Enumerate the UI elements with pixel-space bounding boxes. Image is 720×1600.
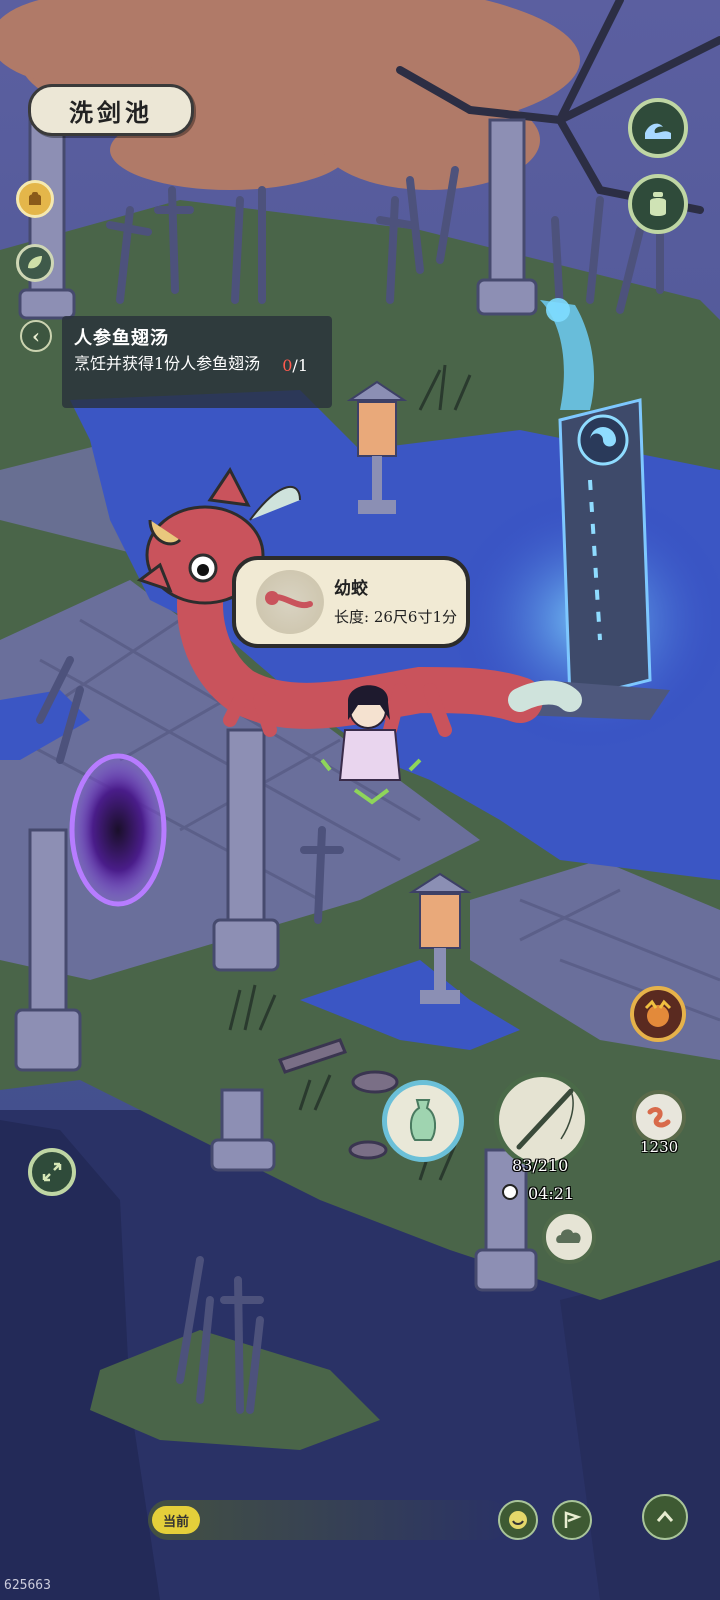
- game-scene[interactable]: [0, 0, 720, 1600]
- vase-icon: [409, 1099, 437, 1141]
- quest-title: 人参鱼翅汤: [74, 328, 169, 349]
- watermark-id: 625663: [4, 1578, 51, 1593]
- location-name: 洗剑池: [69, 97, 153, 127]
- jar-button[interactable]: [628, 174, 688, 234]
- emoji-button[interactable]: [498, 1500, 538, 1540]
- quest-progress: 0/1: [282, 356, 308, 375]
- chat-channel-label: 当前: [162, 1514, 189, 1530]
- worm-icon: [647, 1107, 671, 1128]
- jar-icon: [650, 192, 666, 216]
- beast-face-icon: [644, 999, 672, 1027]
- dragon-icon: [265, 591, 313, 609]
- vase-button[interactable]: [382, 1080, 464, 1162]
- quest-progress-total: /1: [292, 356, 308, 375]
- quest-panel[interactable]: 人参鱼翅汤 烹饪并获得1份人参鱼翅汤 0/1: [62, 316, 332, 408]
- quest-progress-current: 0: [282, 356, 293, 375]
- chevron-left-icon: ‹: [32, 324, 40, 348]
- chat-bar[interactable]: [148, 1500, 508, 1540]
- wave-button[interactable]: [628, 98, 688, 158]
- quest-collapse-button[interactable]: ‹: [20, 320, 52, 352]
- creature-thumbnail: [256, 570, 324, 634]
- expand-view-button[interactable]: [28, 1148, 76, 1196]
- timer-text: 04:21: [528, 1184, 575, 1203]
- flag-icon: [564, 1511, 582, 1528]
- bag-button[interactable]: [16, 180, 54, 218]
- leaf-button[interactable]: [16, 244, 54, 282]
- quest-description: 烹饪并获得1份人参鱼翅汤: [74, 354, 261, 373]
- bait-count: 1230: [640, 1138, 679, 1156]
- chevron-up-icon: [656, 1510, 674, 1522]
- creature-info-bubble: 幼蛟 长度: 26尺6寸1分: [232, 556, 470, 648]
- weather-button[interactable]: [542, 1210, 596, 1264]
- fishing-rod-icon: [516, 1088, 574, 1150]
- expand-menu-button[interactable]: [642, 1494, 688, 1540]
- chat-channel-chip[interactable]: 当前: [152, 1506, 200, 1534]
- location-banner: 洗剑池: [28, 84, 194, 136]
- energy-counter: 83/210: [512, 1156, 569, 1175]
- flag-button[interactable]: [552, 1500, 592, 1540]
- clock-icon: [502, 1184, 518, 1200]
- bag-icon: [29, 192, 41, 205]
- cloud-icon: [556, 1229, 581, 1243]
- purple-portal: [69, 753, 167, 907]
- wave-icon: [645, 123, 671, 139]
- leaf-icon: [28, 256, 42, 269]
- creature-length: 长度: 26尺6寸1分: [334, 608, 457, 626]
- smile-icon: [509, 1511, 527, 1529]
- worm-bait-button[interactable]: [632, 1090, 686, 1144]
- creature-name: 幼蛟: [334, 579, 368, 599]
- beast-event-button[interactable]: [630, 986, 686, 1042]
- expand-icon: [42, 1162, 62, 1182]
- fishing-rod-button[interactable]: [494, 1072, 590, 1168]
